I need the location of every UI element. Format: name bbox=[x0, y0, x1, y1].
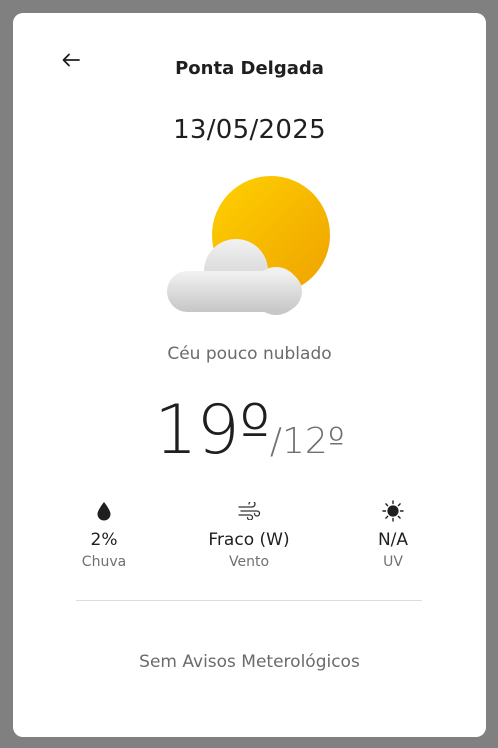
temp-min: /12º bbox=[269, 421, 345, 462]
partly-cloudy-icon bbox=[167, 176, 330, 315]
city-title: Ponta Delgada bbox=[175, 58, 324, 79]
wind-icon bbox=[238, 502, 261, 520]
forecast-date: 13/05/2025 bbox=[173, 115, 326, 145]
stat-uv: N/A UV bbox=[333, 498, 453, 570]
forecast-card: Ponta Delgada 13/05/2025 Céu pouco nubla… bbox=[13, 13, 486, 737]
uv-sun-icon bbox=[382, 500, 404, 522]
rain-value: 2% bbox=[90, 530, 118, 550]
uv-value: N/A bbox=[377, 530, 409, 550]
temp-max: 19º bbox=[154, 391, 271, 470]
stat-rain: 2% Chuva bbox=[44, 498, 164, 570]
weather-condition: Céu pouco nublado bbox=[167, 344, 332, 364]
rain-label: Chuva bbox=[81, 554, 127, 570]
uv-label: UV bbox=[383, 554, 403, 570]
raindrop-icon bbox=[97, 502, 111, 521]
divider bbox=[76, 600, 422, 601]
temperature-range: 19º/12º bbox=[13, 391, 486, 470]
stat-wind: Fraco (W) Vento bbox=[189, 498, 309, 570]
wind-label: Vento bbox=[228, 554, 270, 570]
weather-alerts: Sem Avisos Meterológicos bbox=[139, 652, 360, 672]
wind-value: Fraco (W) bbox=[208, 530, 290, 550]
header: Ponta Delgada bbox=[13, 13, 486, 103]
